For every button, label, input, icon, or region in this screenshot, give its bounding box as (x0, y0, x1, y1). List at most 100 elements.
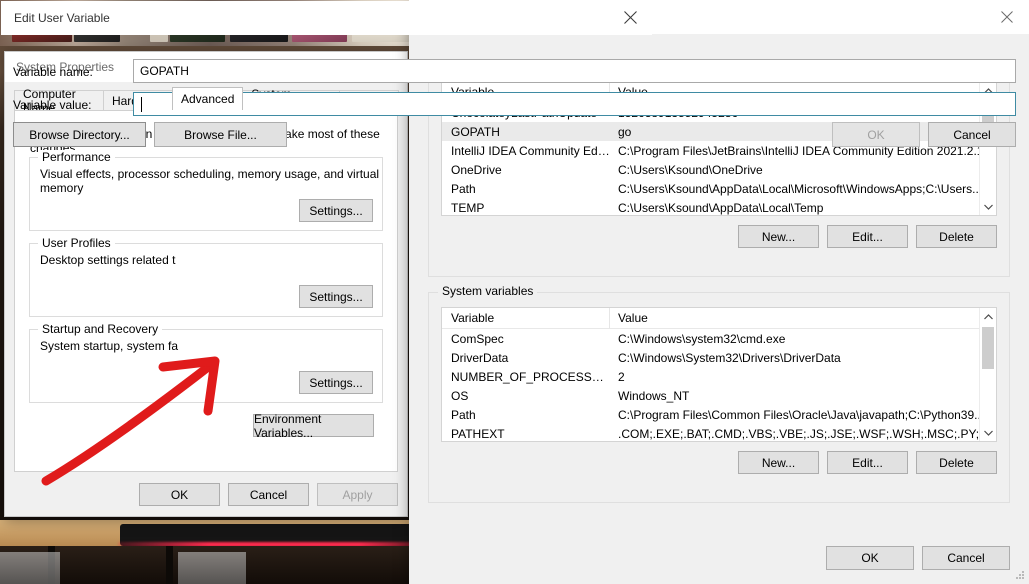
table-row[interactable]: DriverData C:\Windows\System32\Drivers\D… (442, 348, 996, 367)
button-label: Edit... (852, 456, 883, 470)
scrollbar-thumb[interactable] (982, 327, 994, 369)
cell-value: C:\Windows\system32\cmd.exe (610, 332, 996, 346)
table-row[interactable]: OneDrive C:\Users\Ksound\OneDrive (442, 160, 996, 179)
table-row[interactable]: OS Windows_NT (442, 386, 996, 405)
column-header-value: Value (610, 311, 648, 325)
cell-variable: TEMP (442, 201, 610, 215)
chevron-up-icon[interactable] (980, 308, 996, 325)
edit-browse-buttons: Browse Directory... Browse File... (13, 122, 287, 147)
table-row[interactable]: Path C:\Program Files\Common Files\Oracl… (442, 405, 996, 424)
button-label: Delete (939, 456, 974, 470)
system-variables-list-header: Variable Value (442, 308, 996, 329)
advanced-tab-panel: You must be logged on as an Administrato… (14, 110, 398, 472)
cell-variable: OS (442, 389, 610, 403)
cell-value: .COM;.EXE;.BAT;.CMD;.VBS;.VBE;.JS;.JSE;.… (610, 427, 996, 441)
user-profiles-settings-button[interactable]: Settings... (299, 285, 373, 308)
screen: System Properties Computer Name Hardware… (0, 0, 1029, 584)
cell-variable: GOPATH (442, 125, 610, 139)
button-label: Settings... (309, 204, 362, 218)
button-label: Edit... (852, 230, 883, 244)
button-label: Settings... (309, 376, 362, 390)
resize-grip-icon[interactable] (1015, 571, 1025, 581)
variable-value-label: Variable value: (13, 98, 92, 112)
button-label: Cancel (250, 488, 287, 502)
system-variables-scrollbar[interactable] (979, 308, 996, 441)
button-label: OK (867, 128, 884, 142)
variable-value-input[interactable] (133, 92, 1016, 116)
user-variables-buttons: New... Edit... Delete (738, 225, 997, 248)
performance-group-text: Visual effects, processor scheduling, me… (40, 167, 382, 195)
wallpaper-chair (0, 552, 60, 584)
button-label: New... (762, 230, 795, 244)
system-properties-window: System Properties Computer Name Hardware… (4, 51, 408, 517)
cell-value: C:\Users\Ksound\OneDrive (610, 163, 996, 177)
cell-value: Windows_NT (610, 389, 996, 403)
cancel-button[interactable]: Cancel (928, 122, 1016, 147)
wallpaper-chair (178, 552, 246, 584)
cell-variable: Path (442, 408, 610, 422)
cell-value: 2 (610, 370, 996, 384)
button-label: Cancel (953, 128, 990, 142)
button-label: OK (171, 488, 188, 502)
close-icon[interactable] (608, 1, 652, 34)
system-variables-group: System variables Variable Value ComSpec … (428, 292, 1010, 503)
system-edit-button[interactable]: Edit... (827, 451, 908, 474)
system-variables-list[interactable]: Variable Value ComSpec C:\Windows\system… (441, 307, 997, 442)
table-row[interactable]: Path C:\Users\Ksound\AppData\Local\Micro… (442, 179, 996, 198)
edit-confirm-buttons: OK Cancel (832, 122, 1016, 147)
tab-advanced[interactable]: Advanced (172, 87, 243, 110)
user-profiles-group-text: Desktop settings related t (40, 253, 175, 267)
button-label: Cancel (947, 551, 984, 565)
startup-recovery-group-text: System startup, system fa (40, 339, 178, 353)
performance-settings-button[interactable]: Settings... (299, 199, 373, 222)
browse-file-button[interactable]: Browse File... (154, 122, 287, 147)
edit-user-variable-titlebar: Edit User Variable (1, 1, 652, 35)
ok-button: OK (832, 122, 920, 147)
table-row[interactable]: PATHEXT .COM;.EXE;.BAT;.CMD;.VBS;.VBE;.J… (442, 424, 996, 442)
cell-variable: Path (442, 182, 610, 196)
variable-name-input[interactable]: GOPATH (133, 59, 1016, 83)
user-new-button[interactable]: New... (738, 225, 819, 248)
edit-user-variable-title: Edit User Variable (14, 11, 110, 25)
apply-button: Apply (317, 483, 398, 506)
system-variables-buttons: New... Edit... Delete (738, 451, 997, 474)
cell-value: C:\Users\Ksound\AppData\Local\Microsoft\… (610, 182, 996, 196)
ok-button[interactable]: OK (826, 546, 914, 570)
system-delete-button[interactable]: Delete (916, 451, 997, 474)
cell-variable: IntelliJ IDEA Community Edit... (442, 144, 610, 158)
startup-recovery-settings-button[interactable]: Settings... (299, 371, 373, 394)
startup-recovery-group: Startup and Recovery System startup, sys… (29, 329, 383, 403)
text-caret (141, 97, 142, 112)
close-icon[interactable] (985, 0, 1029, 33)
browse-directory-button[interactable]: Browse Directory... (13, 122, 146, 147)
variable-name-value: GOPATH (140, 64, 189, 78)
table-row[interactable]: ComSpec C:\Windows\system32\cmd.exe (442, 329, 996, 348)
system-new-button[interactable]: New... (738, 451, 819, 474)
cell-value: C:\Program Files\Common Files\Oracle\Jav… (610, 408, 996, 422)
cell-value: C:\Users\Ksound\AppData\Local\Temp (610, 201, 996, 215)
table-row[interactable]: TEMP C:\Users\Ksound\AppData\Local\Temp (442, 198, 996, 216)
button-label: OK (861, 551, 878, 565)
button-label: Browse File... (184, 128, 257, 142)
environment-variables-footer-buttons: OK Cancel (826, 546, 1010, 570)
user-delete-button[interactable]: Delete (916, 225, 997, 248)
ok-button[interactable]: OK (139, 483, 220, 506)
cell-variable: ComSpec (442, 332, 610, 346)
variable-name-label: Variable name: (13, 65, 93, 79)
environment-variables-window: Environment Variables User variables for… (409, 0, 1029, 584)
cell-variable: NUMBER_OF_PROCESSORS (442, 370, 610, 384)
user-edit-button[interactable]: Edit... (827, 225, 908, 248)
button-label: Apply (342, 488, 372, 502)
startup-recovery-group-legend: Startup and Recovery (38, 322, 162, 336)
system-properties-footer-buttons: OK Cancel Apply (139, 483, 398, 506)
table-row[interactable]: NUMBER_OF_PROCESSORS 2 (442, 367, 996, 386)
chevron-down-icon[interactable] (980, 424, 996, 441)
cancel-button[interactable]: Cancel (922, 546, 1010, 570)
user-profiles-group-legend: User Profiles (38, 236, 115, 250)
cell-variable: OneDrive (442, 163, 610, 177)
button-label: Settings... (309, 290, 362, 304)
cancel-button[interactable]: Cancel (228, 483, 309, 506)
environment-variables-button[interactable]: Environment Variables... (253, 414, 374, 437)
button-label: New... (762, 456, 795, 470)
chevron-down-icon[interactable] (980, 198, 996, 215)
